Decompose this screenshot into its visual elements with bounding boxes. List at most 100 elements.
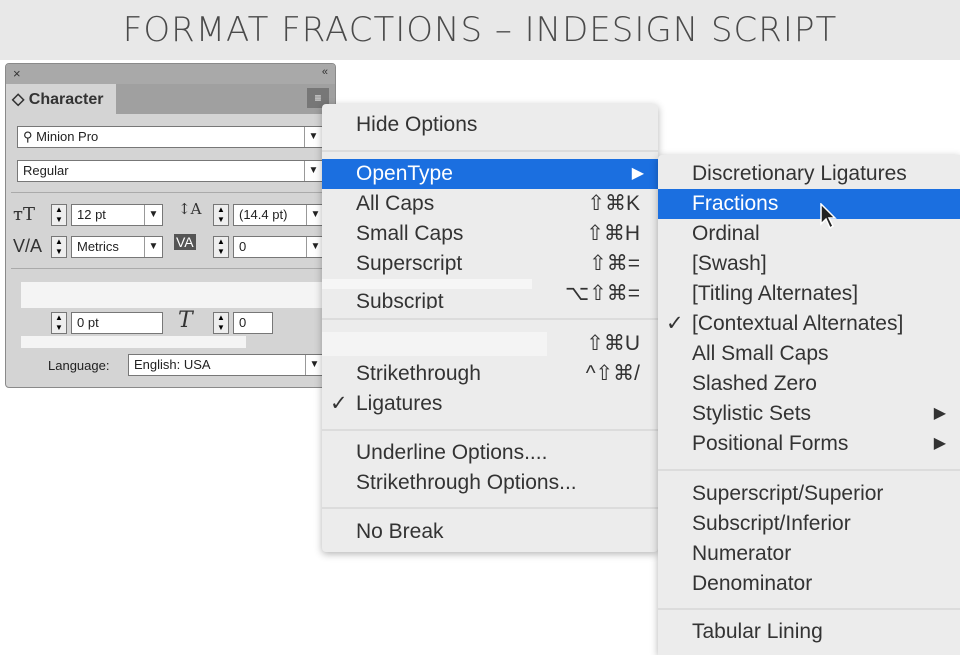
menu-item-slashed-zero[interactable]: Slashed Zero: [658, 369, 960, 399]
menu-item-underline-options[interactable]: Underline Options....: [322, 438, 658, 468]
menu-label: Small Caps: [356, 222, 463, 245]
menu-label: [Contextual Alternates]: [692, 312, 903, 335]
font-style-field[interactable]: Regular ▼: [17, 160, 323, 182]
menu-label: Underline Options....: [356, 441, 547, 464]
page-title: FORMAT FRACTIONS – INDESIGN SCRIPT: [0, 0, 960, 60]
menu-item-ordinal[interactable]: Ordinal: [658, 219, 960, 249]
tracking-value: 0: [239, 239, 246, 254]
menu-item-all-caps[interactable]: All Caps ⇧⌘K: [322, 189, 658, 219]
menu-item-discretionary-ligatures[interactable]: Discretionary Ligatures: [658, 159, 960, 189]
menu-item-denominator[interactable]: Denominator: [658, 569, 960, 599]
menu-label: Ligatures: [356, 392, 442, 415]
menu-item-hide-options[interactable]: Hide Options: [322, 110, 658, 140]
font-size-field[interactable]: 12 pt ▼: [71, 204, 163, 226]
submenu-arrow-icon: ▶: [632, 159, 644, 189]
font-family-field[interactable]: ⚲ Minion Pro▼: [17, 126, 323, 148]
tracking-stepper[interactable]: ▲▼: [213, 236, 229, 258]
kerning-stepper[interactable]: ▲▼: [51, 236, 67, 258]
kerning-icon: V/A: [13, 236, 42, 257]
menu-item-fractions[interactable]: Fractions: [658, 189, 960, 219]
baseline-field[interactable]: 0 pt: [71, 312, 163, 334]
tab-label: Character: [29, 91, 104, 108]
leading-value: (14.4 pt): [239, 207, 287, 222]
close-icon[interactable]: ×: [13, 66, 21, 81]
leading-field[interactable]: (14.4 pt)▼: [233, 204, 325, 226]
shortcut: ⇧⌘H: [586, 219, 640, 249]
menu-item-opentype[interactable]: OpenType ▶: [322, 159, 658, 189]
tab-character[interactable]: ◇ Character: [6, 84, 116, 114]
skew-icon: T: [178, 308, 193, 333]
skew-value: 0: [239, 315, 246, 330]
tab-arrows-icon: ◇: [12, 91, 24, 108]
chevron-down-icon[interactable]: ▼: [304, 127, 322, 147]
chevron-down-icon[interactable]: ▼: [304, 161, 322, 181]
menu-item-positional-forms[interactable]: Positional Forms ▶: [658, 429, 960, 459]
menu-label: No Break: [356, 520, 444, 543]
menu-item-contextual-alternates[interactable]: ✓ [Contextual Alternates]: [658, 309, 960, 339]
menu-item-swash[interactable]: [Swash]: [658, 249, 960, 279]
skew-field[interactable]: 0: [233, 312, 273, 334]
menu-item-tabular-lining[interactable]: Tabular Lining: [658, 617, 960, 647]
menu-label: [Swash]: [692, 252, 767, 275]
menu-item-superscript-superior[interactable]: Superscript/Superior: [658, 479, 960, 509]
tracking-icon: VA: [174, 234, 196, 250]
font-family-value: Minion Pro: [36, 129, 98, 144]
menu-label: [Titling Alternates]: [692, 282, 858, 305]
menu-label: Fractions: [692, 192, 778, 215]
baseline-stepper[interactable]: ▲▼: [51, 312, 67, 334]
menu-label: Strikethrough Options...: [356, 471, 577, 494]
menu-item-numerator[interactable]: Numerator: [658, 539, 960, 569]
character-panel: × « ◇ Character ≡ ⚲ Minion Pro▼ Regular▼…: [5, 63, 336, 388]
shortcut: ⌥⇧⌘=: [565, 279, 640, 309]
menu-label: Superscript: [356, 252, 462, 275]
font-style-value: Regular: [23, 163, 69, 178]
menu-item-titling-alternates[interactable]: [Titling Alternates]: [658, 279, 960, 309]
chevron-down-icon[interactable]: ▼: [305, 355, 323, 375]
shortcut: ⇧⌘U: [586, 329, 640, 359]
menu-label: OpenType: [356, 162, 453, 185]
submenu-arrow-icon: ▶: [934, 429, 946, 459]
menu-item-subscript-inferior[interactable]: Subscript/Inferior: [658, 509, 960, 539]
kerning-field[interactable]: Metrics ▼: [71, 236, 163, 258]
font-size-value: 12 pt: [77, 207, 106, 222]
checkmark-icon: ✓: [666, 309, 684, 339]
menu-item-strikethrough[interactable]: Strikethrough^⇧⌘/: [322, 359, 658, 389]
size-stepper[interactable]: ▲▼: [51, 204, 67, 226]
skew-stepper[interactable]: ▲▼: [213, 312, 229, 334]
menu-item-stylistic-sets[interactable]: Stylistic Sets▶: [658, 399, 960, 429]
leading-stepper[interactable]: ▲▼: [213, 204, 229, 226]
menu-label: Positional Forms: [692, 432, 848, 455]
menu-label: Denominator: [692, 572, 812, 595]
opentype-submenu: Discretionary Ligatures Fractions Ordina…: [658, 155, 960, 655]
menu-label: Subscript/Inferior: [692, 512, 851, 535]
mouse-cursor-icon: [819, 203, 837, 231]
menu-item-ligatures[interactable]: ✓ Ligatures: [322, 389, 658, 419]
menu-item-small-caps[interactable]: Small Caps ⇧⌘H: [322, 219, 658, 249]
menu-label: Discretionary Ligatures: [692, 162, 907, 185]
chevron-down-icon[interactable]: ▼: [144, 237, 162, 257]
language-label: Language:: [48, 358, 109, 373]
menu-label: All Small Caps: [692, 342, 829, 365]
menu-item-superscript[interactable]: Superscript ⇧⌘=: [322, 249, 658, 279]
menu-item-all-small-caps[interactable]: All Small Caps: [658, 339, 960, 369]
language-select[interactable]: English: USA ▼: [128, 354, 324, 376]
language-value: English: USA: [134, 357, 211, 372]
collapse-icon[interactable]: «: [322, 66, 328, 78]
panel-header: × «: [6, 64, 335, 84]
character-options-menu: Hide Options OpenType ▶ All Caps ⇧⌘K Small…: [322, 104, 658, 552]
shortcut: ⇧⌘K: [587, 189, 640, 219]
menu-label: Superscript/Superior: [692, 482, 883, 505]
shortcut: ⇧⌘=: [589, 249, 640, 279]
menu-label: Strikethrough: [356, 362, 481, 385]
menu-item-no-break[interactable]: No Break: [322, 517, 658, 547]
checkmark-icon: ✓: [330, 389, 348, 419]
tracking-field[interactable]: 0▼: [233, 236, 325, 258]
kerning-value: Metrics: [77, 239, 119, 254]
chevron-down-icon[interactable]: ▼: [144, 205, 162, 225]
menu-label: Slashed Zero: [692, 372, 817, 395]
menu-label: All Caps: [356, 192, 434, 215]
menu-item-strikethrough-options[interactable]: Strikethrough Options...: [322, 468, 658, 498]
menu-label: Hide Options: [356, 113, 477, 136]
menu-label: Ordinal: [692, 222, 760, 245]
erased-area: [21, 336, 246, 348]
